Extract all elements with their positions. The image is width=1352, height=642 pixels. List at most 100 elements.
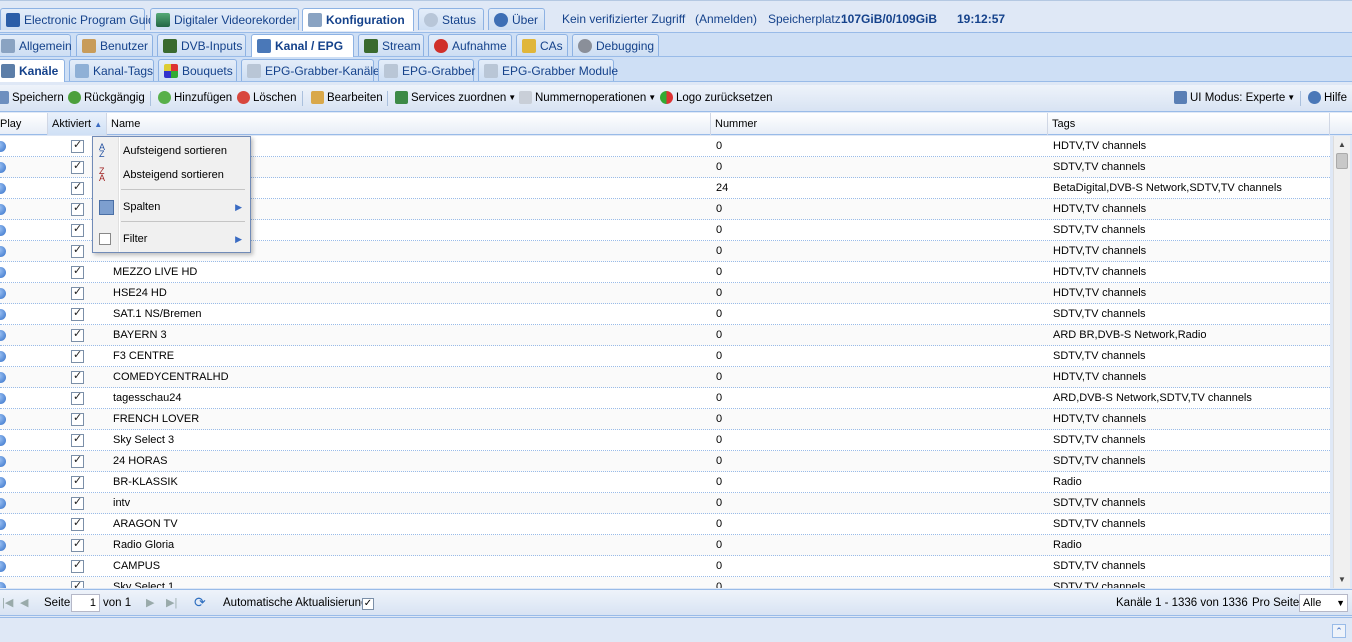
first-page-icon[interactable]: |◀ [2,596,13,609]
filter-checkbox[interactable] [99,233,111,245]
play-icon[interactable] [0,519,6,530]
tab-stream[interactable]: Stream [358,34,424,56]
enabled-checkbox[interactable] [71,558,84,573]
assign-services-button[interactable]: Services zuordnen ▼ [395,91,516,104]
play-icon[interactable] [0,456,6,467]
play-icon[interactable] [0,162,6,173]
column-header-tags[interactable]: Tags [1048,113,1330,135]
auto-refresh-checkbox[interactable]: ✓ [362,598,374,610]
last-page-icon[interactable]: ▶| [166,596,177,609]
play-icon[interactable] [0,393,6,404]
menu-item-columns[interactable]: Spalten ▶ [93,196,250,218]
vertical-scrollbar[interactable]: ▲ ▼ [1333,136,1350,588]
enabled-checkbox[interactable] [71,537,84,552]
enabled-checkbox[interactable] [71,201,84,216]
tab-about[interactable]: Über [488,8,545,30]
table-row[interactable]: tagesschau24 0 ARD,DVB-S Network,SDTV,TV c… [0,388,1330,409]
page-input[interactable]: 1 [71,594,100,612]
enabled-checkbox[interactable] [71,390,84,405]
tab-debugging[interactable]: Debugging [572,34,659,56]
enabled-checkbox[interactable] [71,222,84,237]
next-page-icon[interactable]: ▶ [146,596,154,609]
table-row[interactable]: F3 CENTRE 0 SDTV,TV channels [0,346,1330,367]
table-row[interactable]: intv 0 SDTV,TV channels [0,493,1330,514]
refresh-icon[interactable]: ⟳ [194,594,206,611]
collapse-icon[interactable]: ⌃ [1332,624,1346,638]
table-row[interactable]: BR-KLASSIK 0 Radio [0,472,1330,493]
play-icon[interactable] [0,246,6,257]
play-icon[interactable] [0,183,6,194]
play-icon[interactable] [0,141,6,152]
tab-epg-grabber-modules[interactable]: EPG-Grabber Module [478,59,618,81]
enabled-checkbox[interactable] [71,285,84,300]
column-header-enabled[interactable]: Aktiviert ▲ [48,113,107,135]
table-row[interactable]: COMEDYCENTRALHD 0 HDTV,TV channels [0,367,1330,388]
enabled-checkbox[interactable] [71,306,84,321]
table-row[interactable]: BAYERN 3 0 ARD BR,DVB-S Network,Radio [0,325,1330,346]
menu-item-filter[interactable]: Filter ▶ [93,228,250,250]
enabled-checkbox[interactable] [71,348,84,363]
column-header-name[interactable]: Name [107,113,711,135]
tab-general[interactable]: Allgemein [0,34,72,56]
save-button[interactable]: Speichern [0,91,64,104]
prev-page-icon[interactable]: ◀ [20,596,28,609]
tab-dvr[interactable]: Digitaler Videorekorder [150,8,299,30]
tab-cas[interactable]: CAs [516,34,568,56]
play-icon[interactable] [0,540,6,551]
menu-item-sort-asc[interactable]: AZ Aufsteigend sortieren [93,140,250,162]
enabled-checkbox[interactable] [71,159,84,174]
tab-epg-grabber-channels[interactable]: EPG-Grabber-Kanäle [241,59,380,81]
table-row[interactable]: Sky Select 3 0 SDTV,TV channels [0,430,1330,451]
help-button[interactable]: Hilfe [1308,91,1347,104]
play-icon[interactable] [0,414,6,425]
enabled-checkbox[interactable] [71,453,84,468]
table-row[interactable]: FRENCH LOVER 0 HDTV,TV channels [0,409,1330,430]
table-row[interactable]: Sky Select 1 0 SDTV,TV channels [0,577,1330,588]
play-icon[interactable] [0,435,6,446]
play-icon[interactable] [0,204,6,215]
delete-button[interactable]: Löschen [237,91,296,104]
table-row[interactable]: ARAGON TV 0 SDTV,TV channels [0,514,1330,535]
table-row[interactable]: HSE24 HD 0 HDTV,TV channels [0,283,1330,304]
enabled-checkbox[interactable] [71,411,84,426]
ui-mode-button[interactable]: UI Modus: Experte ▼ [1174,91,1295,104]
tab-status[interactable]: Status [418,8,484,30]
tab-configuration[interactable]: Konfiguration [302,8,414,31]
play-icon[interactable] [0,288,6,299]
enabled-checkbox[interactable] [71,138,84,153]
number-ops-button[interactable]: Nummernoperationen ▼ [519,91,656,104]
edit-button[interactable]: Bearbeiten [311,91,383,104]
play-icon[interactable] [0,372,6,383]
enabled-checkbox[interactable] [71,369,84,384]
table-row[interactable]: MEZZO LIVE HD 0 HDTV,TV channels [0,262,1330,283]
tab-channels[interactable]: Kanäle [0,59,65,82]
play-icon[interactable] [0,477,6,488]
add-button[interactable]: Hinzufügen [158,91,232,104]
play-icon[interactable] [0,267,6,278]
table-row[interactable]: SAT.1 NS/Bremen 0 SDTV,TV channels [0,304,1330,325]
per-page-select[interactable]: Alle ▼ [1299,594,1348,612]
play-icon[interactable] [0,561,6,572]
login-link[interactable]: (Anmelden) [695,12,757,26]
tab-channel-tags[interactable]: Kanal-Tags [69,59,154,81]
reset-logo-button[interactable]: Logo zurücksetzen [660,91,773,104]
tab-epg[interactable]: Electronic Program Guide [0,8,161,30]
enabled-checkbox[interactable] [71,180,84,195]
tab-epg-grabber[interactable]: EPG-Grabber [378,59,475,81]
menu-item-sort-desc[interactable]: ZA Absteigend sortieren [93,164,250,186]
undo-button[interactable]: Rückgängig [68,91,145,104]
enabled-checkbox[interactable] [71,264,84,279]
scroll-down-icon[interactable]: ▼ [1338,575,1346,584]
scroll-thumb[interactable] [1336,153,1348,169]
table-row[interactable]: 24 HORAS 0 SDTV,TV channels [0,451,1330,472]
scroll-up-icon[interactable]: ▲ [1338,140,1346,149]
enabled-checkbox[interactable] [71,495,84,510]
table-row[interactable]: Radio Gloria 0 Radio [0,535,1330,556]
play-icon[interactable] [0,582,6,588]
tab-bouquets[interactable]: Bouquets [158,59,237,81]
enabled-checkbox[interactable] [71,579,84,588]
enabled-checkbox[interactable] [71,474,84,489]
tab-dvb-inputs[interactable]: DVB-Inputs [157,34,246,56]
enabled-checkbox[interactable] [71,327,84,342]
play-icon[interactable] [0,225,6,236]
